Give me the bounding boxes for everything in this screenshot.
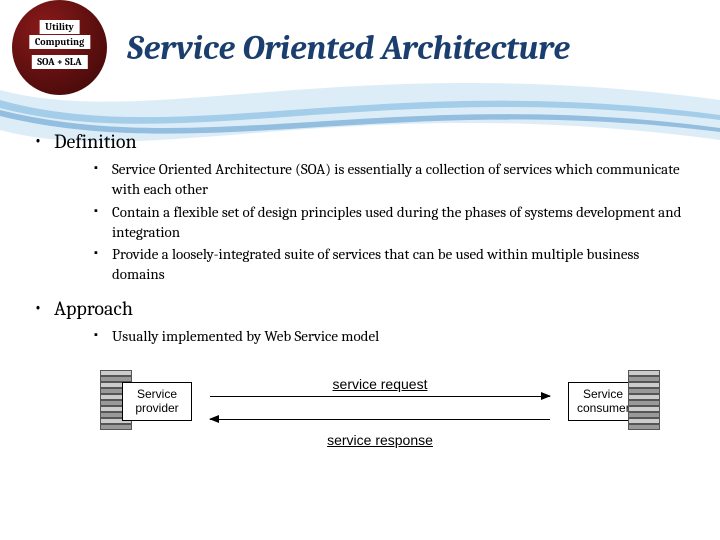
section-heading-definition: Definition Service Oriented Architecture… [30, 130, 690, 285]
request-label: service request [333, 376, 428, 392]
request-arrow-line [210, 396, 550, 397]
heading-text: Definition [54, 130, 137, 153]
approach-item: Usually implemented by Web Service model [94, 326, 690, 346]
slide-header: Utility Computing SOA + SLA Service Orie… [0, 0, 720, 95]
badge-line3: SOA + SLA [31, 55, 87, 69]
heading-text: Approach [54, 297, 133, 320]
badge-line1: Utility [39, 20, 80, 34]
definition-sublist: Service Oriented Architecture (SOA) is e… [94, 159, 690, 285]
soa-diagram: Service provider service request service… [100, 364, 660, 459]
response-label: service response [327, 432, 433, 448]
definition-item: Service Oriented Architecture (SOA) is e… [94, 159, 690, 200]
badge-line2: Computing [29, 35, 90, 49]
approach-sublist: Usually implemented by Web Service model [94, 326, 690, 346]
section-heading-approach: Approach Usually implemented by Web Serv… [30, 297, 690, 346]
topic-badge: Utility Computing SOA + SLA [12, 0, 107, 95]
response-arrow-head [209, 415, 219, 423]
consumer-server-icon [628, 370, 660, 440]
arrow-zone: service request service response [210, 364, 550, 454]
definition-item: Provide a loosely-integrated suite of se… [94, 244, 690, 285]
definition-item: Contain a flexible set of design princip… [94, 202, 690, 243]
provider-label: Service provider [122, 382, 192, 421]
slide-content: Definition Service Oriented Architecture… [0, 95, 720, 459]
slide-title: Service Oriented Architecture [127, 28, 570, 68]
main-list: Definition Service Oriented Architecture… [30, 130, 690, 346]
request-arrow-head [541, 392, 551, 400]
response-arrow-line [210, 419, 550, 420]
